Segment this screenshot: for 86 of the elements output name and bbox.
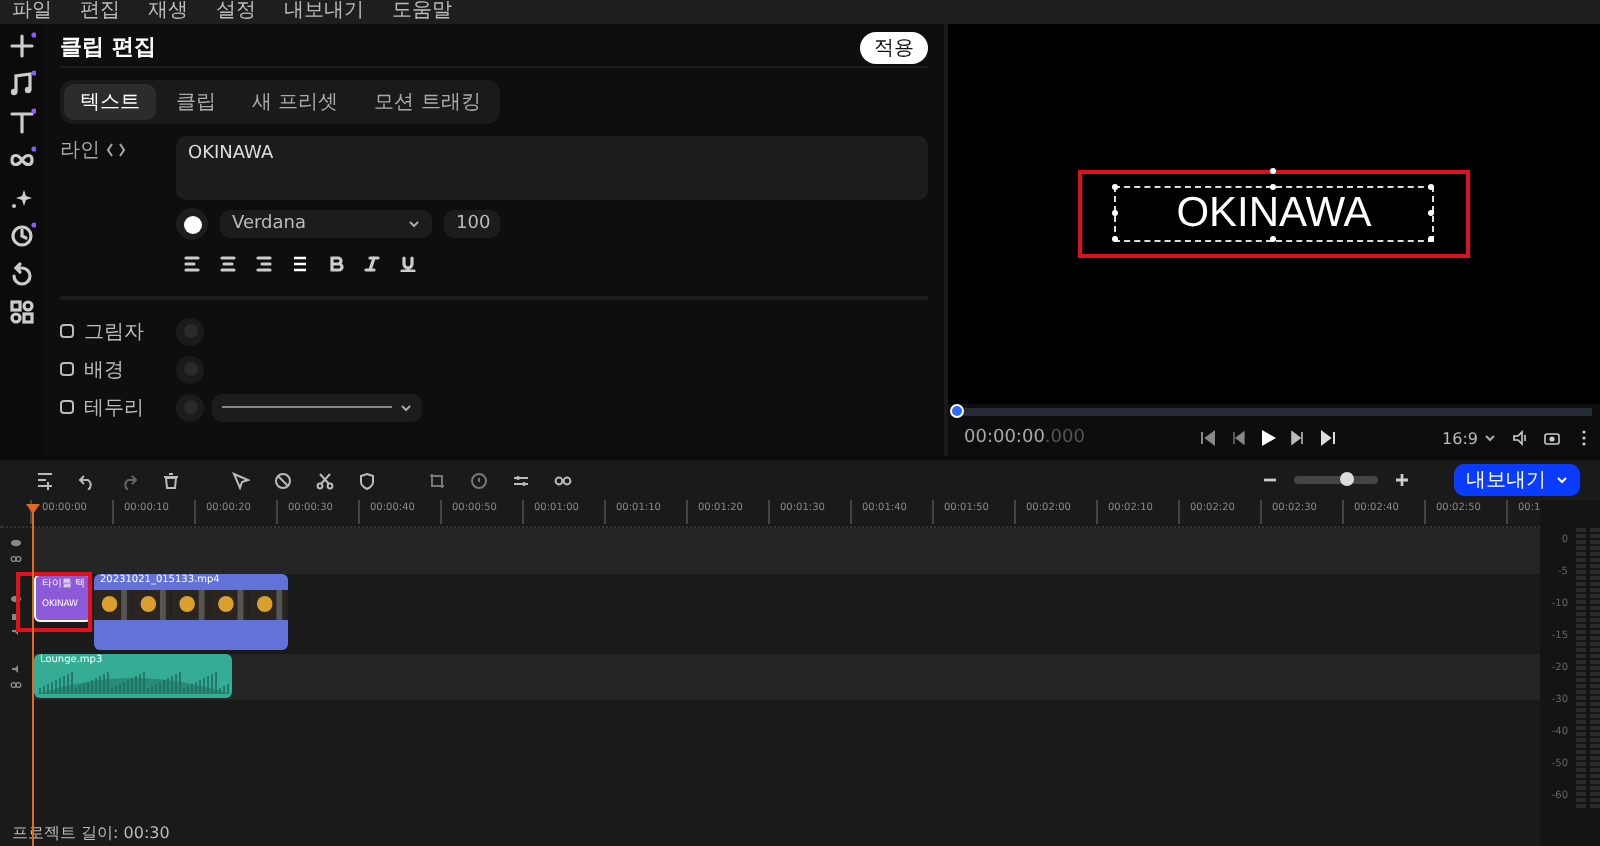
italic-icon[interactable] <box>364 256 380 272</box>
resize-handle[interactable] <box>1270 184 1276 190</box>
link-icon[interactable] <box>554 471 572 489</box>
checkbox[interactable] <box>60 362 74 376</box>
eye-icon[interactable] <box>10 593 22 603</box>
play-icon[interactable] <box>1260 430 1276 446</box>
sticker-icon[interactable] <box>8 222 36 250</box>
trash-icon[interactable] <box>162 471 180 489</box>
resize-handle[interactable] <box>1427 184 1434 190</box>
size-dropdown[interactable]: 100 <box>444 210 500 238</box>
sliders-icon[interactable] <box>512 471 530 489</box>
rotate-icon[interactable] <box>8 260 36 288</box>
zoom-in-icon[interactable] <box>1394 472 1410 488</box>
tab[interactable]: 텍스트 <box>64 84 156 120</box>
option-label: 그림자 <box>84 319 146 345</box>
color-picker[interactable] <box>176 208 208 240</box>
align-left-icon[interactable] <box>184 256 200 272</box>
redo-icon[interactable] <box>120 471 138 489</box>
caption-text[interactable]: OKINAWA <box>1176 188 1372 240</box>
link-icon[interactable] <box>10 680 22 690</box>
pointer-icon[interactable] <box>232 471 250 489</box>
option-label: 배경 <box>84 357 126 383</box>
link-icon[interactable] <box>10 554 22 564</box>
resize-handle[interactable] <box>1427 236 1434 242</box>
resize-handle[interactable] <box>1270 236 1276 242</box>
align-right-icon[interactable] <box>256 256 272 272</box>
underline-icon[interactable] <box>400 256 416 272</box>
panel-title: 클립 편집 <box>60 32 156 62</box>
code-icon[interactable] <box>106 142 126 158</box>
justify-icon[interactable] <box>292 256 308 272</box>
text-input[interactable]: OKINAWA <box>176 136 928 200</box>
music-note-icon[interactable] <box>8 70 36 98</box>
checkbox[interactable] <box>60 324 74 338</box>
zoom-slider[interactable] <box>1294 476 1378 484</box>
caret-icon <box>400 403 412 411</box>
speaker-icon[interactable] <box>1512 430 1528 446</box>
align-center-icon[interactable] <box>220 256 236 272</box>
seek-handle[interactable] <box>950 404 964 418</box>
add-track-icon[interactable] <box>36 471 54 489</box>
menu-item[interactable]: 재생 <box>148 0 188 24</box>
timecode-fraction: .000 <box>1044 428 1085 448</box>
caret-icon[interactable] <box>1556 476 1568 484</box>
step-back-icon[interactable] <box>1230 430 1246 446</box>
tab[interactable]: 모션 트래킹 <box>358 84 497 120</box>
grid-icon[interactable] <box>8 298 36 326</box>
field-label: 라인 <box>60 138 100 164</box>
undo-icon[interactable] <box>78 471 96 489</box>
resize-handle[interactable] <box>1427 210 1434 216</box>
resize-handle[interactable] <box>1112 236 1119 242</box>
tab[interactable]: 클립 <box>160 84 232 120</box>
step-forward-icon[interactable] <box>1290 430 1306 446</box>
caret-icon <box>1484 434 1496 442</box>
text-icon[interactable] <box>8 108 36 136</box>
eye-icon[interactable] <box>10 538 22 548</box>
resize-handle[interactable] <box>1112 184 1119 190</box>
color-swatch[interactable] <box>176 393 204 421</box>
caret-icon <box>408 220 420 228</box>
resize-handle[interactable] <box>1112 210 1119 216</box>
shield-icon[interactable] <box>358 471 376 489</box>
aspect-ratio-dropdown[interactable]: 16:9 <box>1442 429 1478 447</box>
menu-item[interactable]: 파일 <box>12 0 52 24</box>
timecode: 00:00:00 <box>964 428 1045 448</box>
tab[interactable]: 새 프리셋 <box>236 84 355 120</box>
bold-icon[interactable] <box>328 256 344 272</box>
menu-item[interactable]: 편집 <box>80 0 120 24</box>
speaker-icon[interactable] <box>10 625 22 635</box>
color-swatch[interactable] <box>176 317 204 345</box>
camera-icon[interactable] <box>1544 430 1560 446</box>
menu-item[interactable]: 설정 <box>216 0 256 24</box>
plus-icon[interactable] <box>8 32 36 60</box>
apply-button[interactable]: 적용 <box>860 31 928 63</box>
menu-item[interactable]: 내보내기 <box>284 0 364 24</box>
color-swatch[interactable] <box>176 355 204 383</box>
crop-icon[interactable] <box>428 471 446 489</box>
export-button[interactable]: 내보내기 <box>1454 464 1580 496</box>
rotate-handle[interactable] <box>1270 168 1276 174</box>
stroke-dropdown[interactable] <box>212 393 422 421</box>
skip-start-icon[interactable] <box>1200 430 1216 446</box>
speaker-icon[interactable] <box>10 664 22 674</box>
font-dropdown[interactable]: Verdana <box>220 210 432 238</box>
skip-end-icon[interactable] <box>1320 430 1336 446</box>
timer-icon[interactable] <box>470 471 488 489</box>
option-label: 테두리 <box>84 395 146 421</box>
menu-item[interactable]: 도움말 <box>392 0 452 24</box>
checkbox[interactable] <box>60 400 74 414</box>
scissors-icon[interactable] <box>316 471 334 489</box>
